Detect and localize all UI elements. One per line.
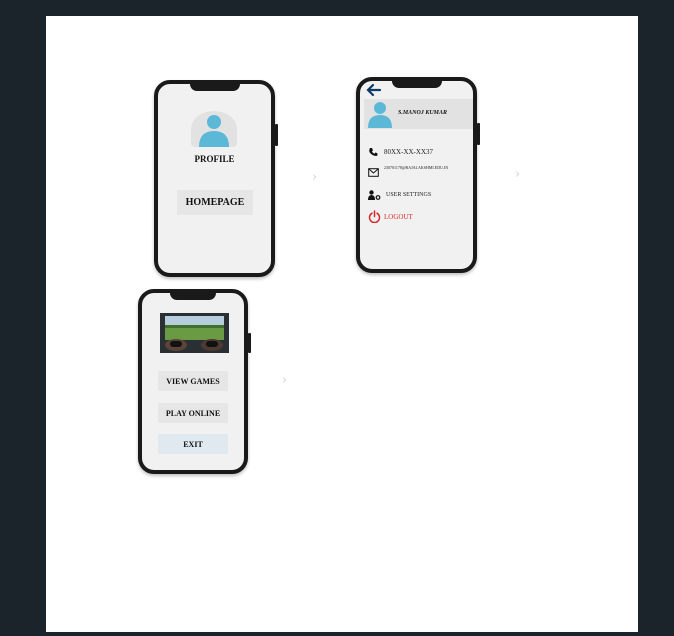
games-menu-phone: VIEW GAMES PLAY ONLINE EXIT — [138, 289, 251, 474]
canvas-page: PROFILE HOMEPAGE › S.MANOJ KUMAR 80XX-XX… — [46, 16, 638, 632]
profile-header: S.MANOJ KUMAR — [364, 99, 473, 129]
user-name: S.MANOJ KUMAR — [398, 110, 448, 116]
view-games-button[interactable]: VIEW GAMES — [158, 371, 228, 391]
phone-number: 80XX-XX-XX37 — [384, 148, 433, 156]
profile-screen-phone: PROFILE HOMEPAGE — [154, 80, 278, 277]
play-online-button[interactable]: PLAY ONLINE — [158, 403, 228, 423]
gaming-image — [160, 313, 229, 353]
phone-notch — [189, 83, 240, 91]
phone-notch — [391, 80, 442, 88]
phone-side-button — [477, 123, 480, 145]
homepage-button[interactable]: HOMEPAGE — [177, 190, 253, 215]
phone-side-button — [275, 124, 278, 146]
phone-side-button — [248, 333, 251, 353]
flow-arrow-icon: › — [312, 170, 318, 185]
avatar[interactable] — [191, 111, 237, 147]
flow-arrow-icon: › — [515, 167, 521, 182]
flow-arrow-icon: › — [282, 373, 288, 388]
user-avatar-icon — [368, 102, 392, 128]
phone-notch — [170, 292, 216, 300]
mail-icon — [368, 168, 379, 177]
user-settings-icon — [368, 190, 381, 200]
exit-button[interactable]: EXIT — [158, 434, 228, 454]
power-icon[interactable] — [368, 210, 381, 223]
profile-label: PROFILE — [194, 154, 235, 164]
user-details-phone: S.MANOJ KUMAR 80XX-XX-XX37 230701178@RAJ… — [356, 77, 480, 273]
back-arrow-icon[interactable] — [366, 83, 382, 97]
logout-button[interactable]: LOGOUT — [384, 213, 413, 221]
phone-icon — [369, 148, 378, 156]
email-address: 230701178@RAJALAKSHMI.EDU.IN — [384, 165, 449, 170]
user-avatar-icon — [199, 115, 229, 147]
user-settings-label[interactable]: USER SETTINGS — [386, 192, 431, 198]
